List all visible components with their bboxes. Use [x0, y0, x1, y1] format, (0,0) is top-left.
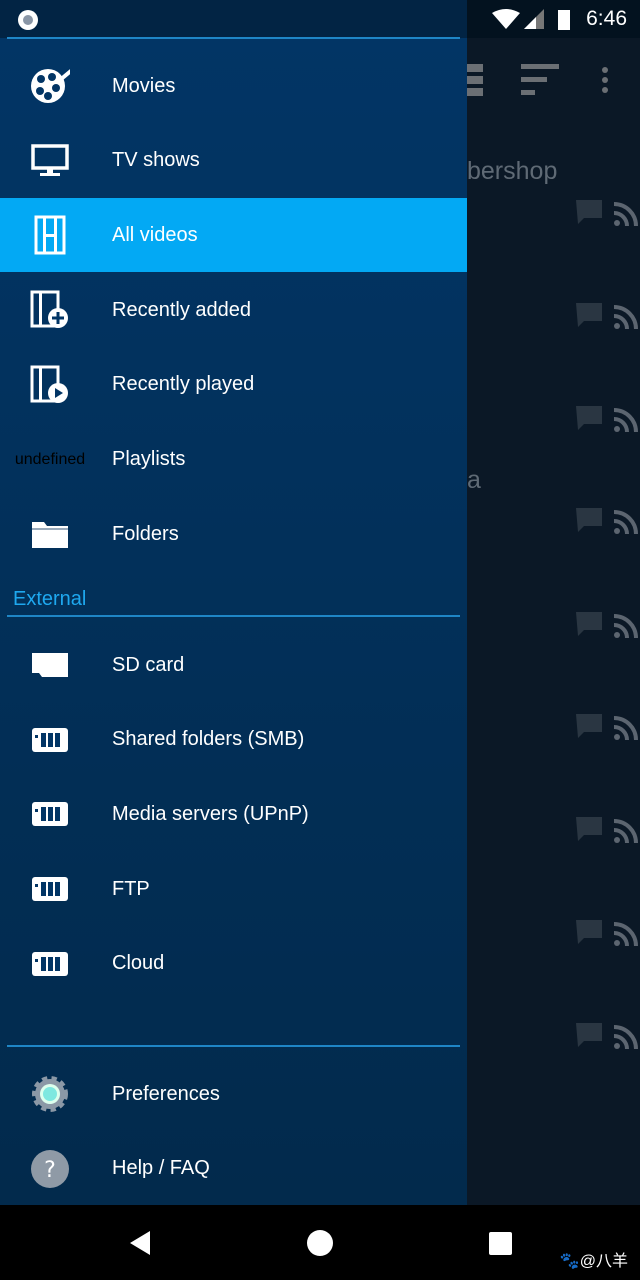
playlist-icon: undefined: [14, 450, 86, 468]
film-add-icon: [30, 290, 70, 330]
drawer-item-label: All videos: [112, 223, 198, 246]
comment-icon: [576, 714, 602, 738]
help-icon: ?: [30, 1149, 70, 1189]
row-status-icons: [576, 198, 640, 228]
recents-icon[interactable]: [488, 1231, 514, 1257]
film-reel-icon: [30, 66, 70, 106]
row-status-icons: [576, 815, 640, 845]
server-icon: [30, 720, 70, 760]
home-icon[interactable]: [306, 1229, 334, 1257]
background-text: a: [467, 466, 481, 494]
watermark: 🐾@八羊: [559, 1253, 628, 1270]
battery-icon: [558, 10, 570, 30]
drawer-item-tv-shows[interactable]: TV shows: [0, 124, 467, 198]
back-icon[interactable]: [128, 1229, 152, 1257]
row-status-icons: [576, 918, 640, 948]
drawer-item-label: Shared folders (SMB): [112, 728, 305, 751]
comment-icon: [576, 303, 602, 327]
signal-icon: [524, 17, 536, 29]
comment-icon: [576, 612, 602, 636]
drawer-item-label: Folders: [112, 522, 179, 545]
drawer-item-help-faq[interactable]: ? Help / FAQ: [0, 1132, 467, 1206]
section-header-external: External: [13, 588, 87, 610]
drawer-item-label: Recently added: [112, 298, 251, 321]
comment-icon: [576, 200, 602, 224]
monitor-icon: [30, 141, 70, 181]
drawer-item-recently-played[interactable]: Recently played: [0, 348, 467, 422]
divider: [7, 1045, 460, 1047]
drawer-item-all-videos[interactable]: All videos: [0, 198, 467, 273]
drawer-item-label: FTP: [112, 877, 150, 900]
server-icon: [30, 869, 70, 909]
status-icons: [492, 9, 570, 30]
row-status-icons: [576, 1021, 640, 1051]
wifi-icon: [492, 9, 520, 29]
server-icon: [30, 944, 70, 984]
row-status-icons: [576, 712, 640, 742]
comment-icon: [576, 508, 602, 532]
drawer-item-media-servers-upnp[interactable]: Media servers (UPnP): [0, 777, 467, 851]
drawer-item-cloud[interactable]: Cloud: [0, 927, 467, 1001]
sort-icon: [521, 64, 559, 95]
drawer-item-label: Media servers (UPnP): [112, 802, 309, 825]
comment-icon: [576, 1023, 602, 1047]
drawer-item-recently-added[interactable]: Recently added: [0, 273, 467, 347]
more-options-icon: [602, 67, 608, 93]
folder-icon: [30, 514, 70, 554]
svg-text:?: ?: [44, 1158, 56, 1183]
drawer-item-label: Help / FAQ: [112, 1157, 210, 1179]
divider: [7, 615, 460, 617]
row-status-icons: [576, 610, 640, 640]
divider: [7, 37, 460, 39]
comment-icon: [576, 920, 602, 944]
sd-card-icon: [30, 645, 70, 685]
navigation-bar: [0, 1205, 640, 1280]
status-bar: 6:46: [0, 0, 640, 38]
film-strip-icon: [30, 215, 70, 255]
drawer-item-label: SD card: [112, 653, 185, 676]
toolbar-icons: [467, 64, 608, 96]
drawer-item-sd-card[interactable]: SD card: [0, 628, 467, 702]
row-status-icons: [576, 404, 640, 434]
row-status-icons: [576, 506, 640, 536]
server-icon: [30, 794, 70, 834]
comment-icon: [576, 817, 602, 841]
drawer-item-label: TV shows: [112, 149, 200, 172]
drawer-item-preferences[interactable]: Preferences: [0, 1057, 467, 1131]
drawer-item-shared-folders-smb[interactable]: Shared folders (SMB): [0, 703, 467, 777]
drawer-item-ftp[interactable]: FTP: [0, 852, 467, 926]
clock: 6:46: [586, 7, 627, 30]
drawer-item-label: Preferences: [112, 1082, 220, 1105]
background-title: bershop: [467, 157, 558, 185]
row-status-icons: [576, 301, 640, 331]
gear-icon: [30, 1074, 70, 1114]
grid-view-icon: [467, 64, 483, 96]
drawer-item-folders[interactable]: Folders: [0, 497, 467, 571]
drawer-item-label: Movies: [112, 74, 176, 97]
notification-icon: [18, 10, 38, 30]
drawer-item-label: Cloud: [112, 952, 165, 975]
drawer-item-movies[interactable]: Movies: [0, 49, 467, 123]
drawer-item-playlists[interactable]: undefined Playlists: [0, 423, 467, 497]
drawer-item-label: Recently played: [112, 373, 255, 396]
film-play-icon: [30, 365, 70, 405]
comment-icon: [576, 406, 602, 430]
drawer-item-label: Playlists: [112, 448, 186, 470]
